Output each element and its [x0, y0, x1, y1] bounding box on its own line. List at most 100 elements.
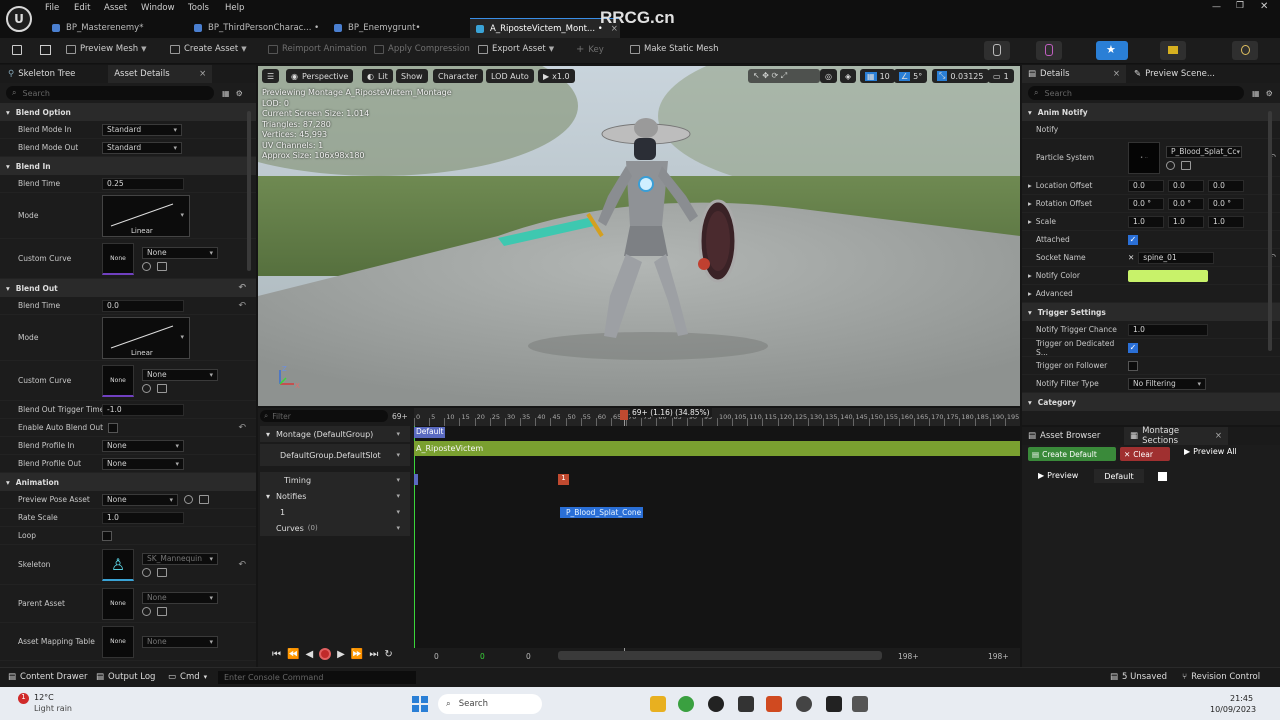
- perspective-button[interactable]: ◉ Perspective: [286, 69, 354, 83]
- blend-in-custom-curve-dropdown[interactable]: None ▾: [142, 246, 218, 259]
- doc-tab-thirdperson[interactable]: BP_ThirdPersonCharac... •: [188, 18, 328, 38]
- physics-mode-button[interactable]: [1232, 41, 1258, 60]
- browse-icon[interactable]: [157, 606, 167, 616]
- camera-speed-button[interactable]: ▭ 1: [988, 69, 1014, 83]
- blend-in-time-input[interactable]: 0.25: [102, 177, 184, 190]
- reset-to-default-icon[interactable]: ↶: [238, 423, 246, 433]
- notify-color-swatch[interactable]: [1128, 269, 1208, 282]
- menu-edit[interactable]: Edit: [74, 3, 90, 13]
- skeleton-dropdown[interactable]: SK_Mannequin ▾: [142, 552, 218, 565]
- left-panel-scrollbar[interactable]: [247, 111, 251, 271]
- apply-compression-button[interactable]: Apply Compression: [374, 44, 470, 54]
- location-z-input[interactable]: 0.0: [1208, 179, 1244, 192]
- make-static-mesh-button[interactable]: Make Static Mesh: [630, 44, 718, 54]
- section-blend-option[interactable]: ▾ Blend Option: [0, 103, 256, 121]
- unreal-engine-icon[interactable]: [708, 696, 724, 712]
- location-y-input[interactable]: 0.0: [1168, 179, 1204, 192]
- loop-icon[interactable]: ↻: [384, 649, 392, 660]
- section-animation[interactable]: ▾ Animation: [0, 473, 256, 491]
- use-selected-icon[interactable]: [184, 495, 193, 504]
- weather-widget[interactable]: 1 12°C Light rain: [14, 693, 104, 715]
- close-icon[interactable]: ×: [199, 69, 206, 79]
- blueprint-mode-button[interactable]: [1160, 41, 1186, 60]
- blend-out-custom-curve-dropdown[interactable]: None ▾: [142, 368, 218, 381]
- timing-marker[interactable]: 1: [558, 474, 569, 485]
- step-forward-icon[interactable]: ⏩: [351, 649, 363, 660]
- davinci-icon[interactable]: [796, 696, 812, 712]
- menu-tools[interactable]: Tools: [188, 3, 209, 13]
- section-blend-in[interactable]: ▾ Blend In: [0, 157, 256, 175]
- character-button[interactable]: Character: [433, 69, 483, 83]
- settings-gear-icon[interactable]: ⚙: [236, 89, 243, 98]
- trigger-on-dedicated-checkbox[interactable]: ✓: [1128, 342, 1138, 353]
- grid-snap-button[interactable]: ▦ 10: [860, 69, 895, 83]
- preview-mesh-button[interactable]: Preview Mesh ▼: [66, 44, 147, 54]
- advanced-label[interactable]: ▸ Advanced: [1022, 289, 1128, 298]
- track-curves[interactable]: Curves (0) ▾: [260, 520, 410, 536]
- cmd-dropdown[interactable]: ▭ Cmd ▾: [168, 672, 207, 682]
- blend-profile-in-dropdown[interactable]: None ▾: [102, 439, 184, 452]
- tab-details[interactable]: ▤ Details ×: [1022, 65, 1126, 83]
- blend-out-trigger-time-input[interactable]: -1.0: [102, 403, 184, 416]
- notify-event[interactable]: P_Blood_Splat_Cone: [560, 507, 644, 518]
- browse-icon[interactable]: [157, 567, 167, 577]
- menu-help[interactable]: Help: [225, 3, 244, 13]
- asset-mapping-table-dropdown[interactable]: None ▾: [142, 635, 218, 648]
- track-montage-group[interactable]: ▾ Montage (DefaultGroup) ▾: [260, 426, 410, 442]
- blend-in-curve-preview[interactable]: Linear ▾: [102, 194, 190, 237]
- socket-name-input[interactable]: spine_01: [1138, 251, 1215, 264]
- viewport-menu-button[interactable]: ☰: [262, 69, 280, 83]
- menu-asset[interactable]: Asset: [104, 3, 127, 13]
- rate-scale-input[interactable]: 1.0: [102, 511, 184, 524]
- section-anim-notify[interactable]: ▾ Anim Notify: [1022, 103, 1280, 121]
- animation-mode-button[interactable]: ★: [1096, 41, 1128, 60]
- powerpoint-icon[interactable]: [766, 696, 782, 712]
- record-button[interactable]: [319, 648, 332, 660]
- blend-out-curve-preview[interactable]: Linear ▾: [102, 316, 190, 359]
- browse-icon[interactable]: [199, 495, 209, 504]
- rotation-z-input[interactable]: 0.0 °: [1208, 197, 1244, 210]
- play-icon[interactable]: ▶: [337, 649, 345, 660]
- chevron-down-icon[interactable]: ▾: [396, 492, 400, 500]
- trigger-chance-input[interactable]: 1.0: [1128, 323, 1208, 336]
- unreal-logo-icon[interactable]: U: [6, 6, 32, 32]
- tab-skeleton-tree[interactable]: Skeleton Tree: [18, 69, 108, 79]
- timeline-scrollbar[interactable]: [558, 651, 882, 660]
- playback-speed-button[interactable]: ▶ x1.0: [538, 69, 575, 83]
- details-scrollbar[interactable]: [1268, 111, 1272, 351]
- taskbar-search-box[interactable]: ⌕ Search: [438, 694, 542, 714]
- section-category[interactable]: ▾ Category: [1022, 393, 1280, 411]
- use-selected-icon[interactable]: [142, 261, 151, 271]
- chevron-down-icon[interactable]: ▾: [396, 476, 400, 484]
- preview-all-button[interactable]: ▶ Preview All: [1184, 447, 1237, 456]
- output-log-button[interactable]: ▤ Output Log: [96, 672, 155, 682]
- close-icon[interactable]: ×: [1113, 69, 1120, 79]
- notify-filter-dropdown[interactable]: No Filtering ▾: [1128, 377, 1206, 390]
- close-icon[interactable]: ×: [1215, 431, 1222, 441]
- trigger-on-follower-checkbox[interactable]: [1128, 360, 1138, 371]
- reimport-animation-button[interactable]: Reimport Animation: [268, 44, 367, 54]
- close-window-button[interactable]: ✕: [1260, 1, 1268, 12]
- create-default-button[interactable]: ▤ Create Default: [1028, 447, 1116, 461]
- parent-asset-dropdown[interactable]: None ▾: [142, 591, 218, 604]
- table-view-icon[interactable]: ▦: [1252, 89, 1260, 98]
- unsaved-button[interactable]: ▤ 5 Unsaved: [1110, 672, 1167, 682]
- settings-gear-icon[interactable]: ⚙: [1266, 89, 1273, 98]
- track-timing[interactable]: Timing ▾: [260, 472, 410, 488]
- track-slot[interactable]: DefaultGroup.DefaultSlot ▾: [260, 444, 410, 466]
- enable-auto-blend-out-checkbox[interactable]: [108, 422, 118, 433]
- browse-icon[interactable]: [40, 45, 51, 55]
- reset-to-default-icon[interactable]: ↶: [238, 301, 246, 311]
- menu-file[interactable]: File: [45, 3, 59, 13]
- export-asset-button[interactable]: Export Asset ▼: [478, 44, 554, 54]
- attached-checkbox[interactable]: ✓: [1128, 234, 1138, 245]
- chrome-icon[interactable]: [678, 696, 694, 712]
- location-x-input[interactable]: 0.0: [1128, 179, 1164, 192]
- reset-to-default-icon[interactable]: ↶: [238, 283, 246, 293]
- use-selected-icon[interactable]: [142, 567, 151, 577]
- doc-tab-masterenemy[interactable]: BP_Masterenemy*: [46, 18, 186, 38]
- section-checkbox[interactable]: [1158, 472, 1167, 481]
- blend-profile-out-dropdown[interactable]: None ▾: [102, 457, 184, 470]
- time-ruler[interactable]: 0 5 10 15 20 25 30 35 40 45 50 55 60 65 70 75 80 85 90 95 10…: [414, 408, 1020, 426]
- content-drawer-button[interactable]: ▤ Content Drawer: [8, 672, 87, 682]
